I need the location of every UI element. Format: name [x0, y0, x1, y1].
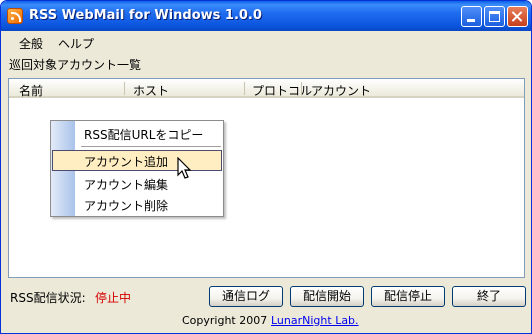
exit-button[interactable]: 終了	[452, 286, 526, 307]
menu-general[interactable]: 全般	[19, 35, 43, 52]
comm-log-button[interactable]: 通信ログ	[209, 286, 283, 307]
column-protocol[interactable]: プロトコル	[252, 82, 312, 99]
column-divider[interactable]	[244, 82, 245, 95]
menu-separator	[81, 146, 221, 147]
copyright-text: Copyright 2007	[182, 314, 268, 327]
menu-item-add-account[interactable]: アカウント追加	[84, 153, 168, 170]
start-delivery-button[interactable]: 配信開始	[290, 286, 364, 307]
menu-item-copy-rss-url[interactable]: RSS配信URLをコピー	[84, 126, 203, 143]
column-divider[interactable]	[124, 82, 125, 95]
title-bar[interactable]: RSS WebMail for Windows 1.0.0	[1, 1, 531, 31]
status-value: 停止中	[95, 291, 132, 305]
maximize-icon	[489, 11, 500, 22]
column-account[interactable]: アカウント	[311, 82, 371, 99]
maximize-button[interactable]	[484, 6, 505, 27]
section-label: 巡回対象アカウント一覧	[9, 58, 142, 72]
stop-delivery-button[interactable]: 配信停止	[371, 286, 445, 307]
close-button[interactable]	[507, 6, 528, 27]
menu-bar: 全般 ヘルプ	[1, 32, 531, 52]
column-divider[interactable]	[301, 82, 302, 95]
rss-feed-icon	[7, 8, 23, 24]
menu-item-edit-account[interactable]: アカウント編集	[84, 176, 168, 193]
column-host[interactable]: ホスト	[133, 82, 169, 99]
menu-item-delete-account[interactable]: アカウント削除	[84, 197, 168, 214]
mouse-cursor-icon	[177, 157, 192, 179]
column-name[interactable]: 名前	[19, 82, 43, 99]
minimize-button[interactable]	[461, 6, 482, 27]
status-label: RSS配信状況:	[10, 291, 86, 305]
window-title: RSS WebMail for Windows 1.0.0	[29, 8, 262, 23]
company-link[interactable]: LunarNight Lab.	[271, 314, 359, 327]
context-menu: RSS配信URLをコピー アカウント追加 アカウント編集 アカウント削除	[50, 120, 224, 217]
minimize-icon	[467, 19, 475, 22]
close-icon	[508, 7, 527, 26]
menu-help[interactable]: ヘルプ	[58, 35, 94, 52]
list-header: 名前 ホスト プロトコル アカウント	[9, 79, 524, 98]
app-window: RSS WebMail for Windows 1.0.0 全般 ヘルプ 巡回対…	[0, 0, 532, 334]
